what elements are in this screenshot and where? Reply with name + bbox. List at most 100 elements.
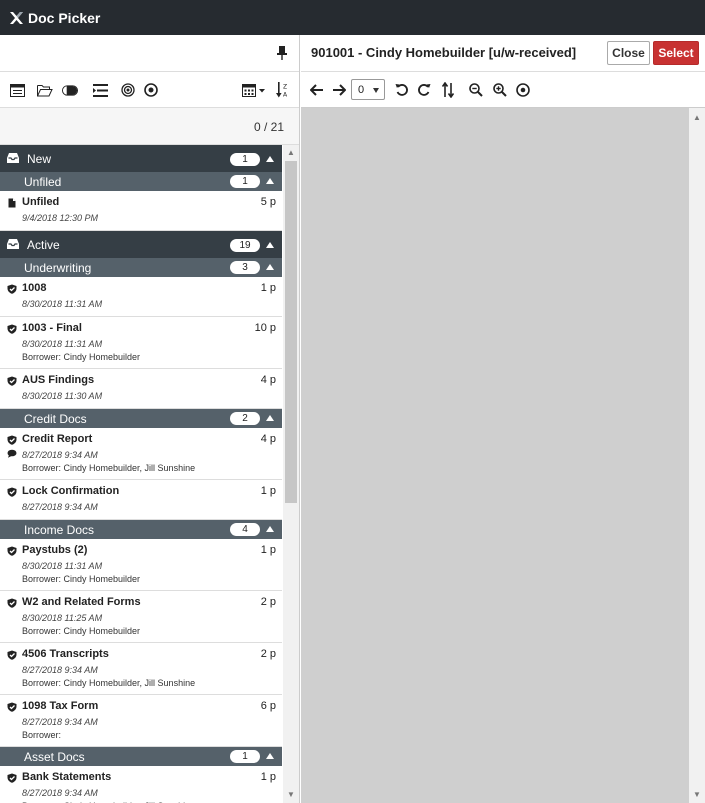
collapse-caret-icon[interactable] — [266, 242, 274, 248]
viewer-scroll-down-arrow-icon[interactable]: ▼ — [692, 790, 702, 800]
shield-check-icon — [7, 375, 17, 386]
select-button[interactable]: Select — [653, 41, 699, 65]
doc-borrower: Borrower: Cindy Homebuilder, Jill Sunshi… — [22, 678, 196, 688]
subgroup-count-badge: 1 — [230, 750, 260, 763]
zoom-out-icon[interactable] — [468, 82, 484, 98]
viewer-toolbar: 0 — [301, 72, 705, 108]
collapse-caret-icon[interactable] — [266, 415, 274, 421]
doc-date: 8/30/2018 11:31 AM — [22, 299, 103, 309]
inbox-icon — [6, 152, 20, 164]
selection-count: 0 / 21 — [253, 120, 284, 134]
viewer-header: 901001 - Cindy Homebuilder [u/w-received… — [301, 35, 705, 72]
calendar-sort-icon[interactable] — [242, 82, 266, 98]
flip-vertical-icon[interactable] — [440, 82, 456, 98]
viewer-panel: 901001 - Cindy Homebuilder [u/w-received… — [301, 35, 705, 803]
chevron-down-icon — [373, 88, 379, 93]
folder-open-icon[interactable] — [37, 82, 53, 98]
doc-page-count: 1 p — [260, 282, 276, 294]
doc-list-item[interactable]: 1008 1 p 8/30/2018 11:31 AM — [0, 277, 282, 317]
doc-list-item[interactable]: Lock Confirmation 1 p 8/27/2018 9:34 AM — [0, 480, 282, 520]
collapse-caret-icon[interactable] — [266, 264, 274, 270]
selection-count-bar: 0 / 21 — [0, 108, 299, 145]
doc-date: 9/4/2018 12:30 PM — [22, 213, 99, 223]
subgroup-header[interactable]: Credit Docs 2 — [0, 409, 282, 428]
group-count-badge: 1 — [230, 153, 260, 166]
doc-date: 8/30/2018 11:25 AM — [22, 613, 103, 623]
doc-borrower: Borrower: — [22, 730, 62, 740]
app-logo-icon — [10, 11, 23, 24]
doc-name: Bank Statements — [22, 771, 112, 783]
doc-list-item[interactable]: 1098 Tax Form 6 p 8/27/2018 9:34 AM Borrowe… — [0, 695, 282, 747]
doc-list-scroll-area[interactable]: New 1 Unfiled 1 Unfiled 5 p 9/4/2018 12:30 PM A… — [0, 145, 300, 803]
doc-borrower: Borrower: Cindy Homebuilder — [22, 352, 141, 362]
list-scroll-thumb[interactable] — [285, 161, 297, 503]
group-label: Active — [27, 238, 60, 252]
list-scrollbar[interactable]: ▲ ▼ — [283, 145, 299, 803]
rotate-right-icon[interactable] — [416, 82, 432, 98]
shield-check-icon — [7, 597, 17, 608]
arrow-right-icon[interactable] — [331, 82, 347, 98]
doc-list-item[interactable]: Credit Report 4 p 8/27/2018 9:34 AM Borrowe… — [0, 428, 282, 480]
scroll-up-arrow-icon[interactable]: ▲ — [286, 148, 296, 158]
shield-check-icon — [7, 486, 17, 497]
subgroup-label: Asset Docs — [24, 750, 85, 764]
zoom-in-icon[interactable] — [492, 82, 508, 98]
doc-list-item[interactable]: 1003 - Final 10 p 8/30/2018 11:31 AM Borrow… — [0, 317, 282, 369]
collapse-caret-icon[interactable] — [266, 526, 274, 532]
doc-date: 8/27/2018 9:34 AM — [22, 788, 98, 798]
doc-list-item[interactable]: Unfiled 5 p 9/4/2018 12:30 PM — [0, 191, 282, 231]
fit-page-icon[interactable] — [515, 82, 531, 98]
doc-name: Unfiled — [22, 196, 60, 208]
collapse-caret-icon[interactable] — [266, 178, 274, 184]
page-select[interactable]: 0 — [351, 79, 385, 100]
doc-page-count: 5 p — [260, 196, 276, 208]
document-viewer[interactable] — [301, 108, 689, 803]
doc-list-item[interactable]: W2 and Related Forms 2 p 8/30/2018 11:25 A… — [0, 591, 282, 643]
shield-check-icon — [7, 545, 17, 556]
viewer-scrollbar[interactable]: ▲ ▼ — [689, 108, 705, 803]
doc-list-item[interactable]: 4506 Transcripts 2 p 8/27/2018 9:34 AM Borr… — [0, 643, 282, 695]
subgroup-label: Income Docs — [24, 523, 95, 537]
doc-date: 8/27/2018 9:34 AM — [22, 502, 98, 512]
sort-alpha-icon[interactable]: ZA — [276, 82, 290, 98]
doc-list-panel: ZA 0 / 21 New 1 Unfiled 1 Unfiled 5 p 9/4/2018… — [0, 35, 300, 803]
shield-check-icon — [7, 772, 17, 783]
doc-list-item[interactable]: Bank Statements1 p8/27/2018 9:34 AMBorro… — [0, 766, 282, 803]
group-header[interactable]: Active 19 — [0, 231, 282, 258]
rotate-left-icon[interactable] — [394, 82, 410, 98]
list-view-icon[interactable] — [9, 82, 25, 98]
doc-list-item[interactable]: Paystubs (2) 1 p 8/30/2018 11:31 AM Borrowe… — [0, 539, 282, 591]
doc-page-count: 6 p — [260, 700, 276, 712]
collapse-caret-icon[interactable] — [266, 753, 274, 759]
target-icon[interactable] — [120, 82, 136, 98]
toggle-icon[interactable] — [62, 82, 78, 98]
doc-page-count: 1 p — [260, 544, 276, 556]
doc-borrower: Borrower: Cindy Homebuilder — [22, 626, 141, 636]
doc-name: 1003 - Final — [22, 322, 82, 334]
doc-list-item[interactable]: AUS Findings 4 p 8/30/2018 11:30 AM — [0, 369, 282, 409]
subgroup-label: Underwriting — [24, 261, 92, 275]
subgroup-count-badge: 4 — [230, 523, 260, 536]
doc-page-count: 10 p — [254, 322, 276, 334]
indent-list-icon[interactable] — [92, 82, 108, 98]
dot-circle-icon[interactable] — [143, 82, 159, 98]
subgroup-count-badge: 3 — [230, 261, 260, 274]
subgroup-header[interactable]: Income Docs 4 — [0, 520, 282, 539]
pin-icon[interactable] — [275, 45, 289, 61]
group-count-badge: 19 — [230, 239, 260, 252]
subgroup-header[interactable]: Unfiled 1 — [0, 172, 282, 191]
list-toolbar: ZA — [0, 72, 299, 108]
scroll-down-arrow-icon[interactable]: ▼ — [286, 790, 296, 800]
group-header[interactable]: New 1 — [0, 145, 282, 172]
arrow-left-icon[interactable] — [309, 82, 325, 98]
collapse-caret-icon[interactable] — [266, 156, 274, 162]
doc-name: 1098 Tax Form — [22, 700, 99, 712]
doc-date: 8/27/2018 9:34 AM — [22, 665, 98, 675]
doc-date: 8/30/2018 11:31 AM — [22, 561, 103, 571]
viewer-scroll-up-arrow-icon[interactable]: ▲ — [692, 113, 702, 123]
shield-check-icon — [7, 434, 17, 445]
subgroup-header[interactable]: Underwriting 3 — [0, 258, 282, 277]
close-button[interactable]: Close — [607, 41, 650, 65]
title-bar: Doc Picker — [0, 0, 705, 35]
subgroup-header[interactable]: Asset Docs 1 — [0, 747, 282, 766]
